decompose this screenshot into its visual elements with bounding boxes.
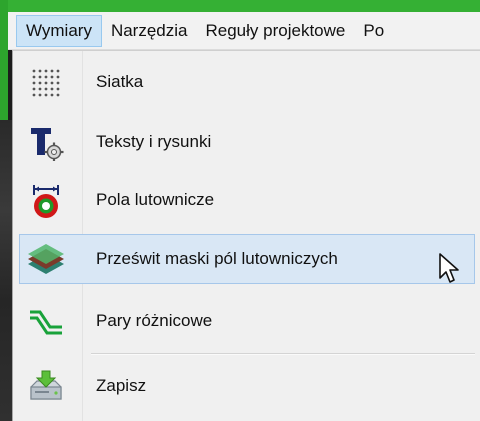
menu-wymiary[interactable]: Wymiary	[16, 14, 102, 47]
menu-item-label: Pola lutownicze	[96, 190, 215, 209]
menu-item-siatka[interactable]: Siatka	[19, 57, 475, 107]
solder-pad-icon	[24, 180, 68, 222]
menu-item-pary-roznicowe[interactable]: Pary różnicowe	[19, 296, 475, 346]
text-gear-icon	[24, 122, 68, 164]
differential-pair-icon	[24, 301, 68, 343]
canvas-background-strip	[0, 120, 12, 421]
menu-separator	[91, 353, 475, 355]
application-window: Wymiary Narzędzia Reguły projektowe Po S	[0, 0, 480, 421]
menu-item-label: Teksty i rysunki	[96, 132, 212, 151]
menu-item-pola-lutownicze[interactable]: Pola lutownicze	[19, 175, 475, 225]
menu-reguly-projektowe[interactable]: Reguły projektowe	[197, 15, 355, 47]
menu-item-label: Pary różnicowe	[96, 311, 213, 330]
menu-item-teksty-i-rysunki[interactable]: Teksty i rysunki	[19, 117, 475, 167]
menu-bar: Wymiary Narzędzia Reguły projektowe Po	[8, 12, 480, 50]
menu-item-label: Zapisz	[96, 376, 147, 395]
menu-truncated[interactable]: Po	[354, 15, 393, 47]
canvas-background-top	[0, 0, 480, 12]
dropdown-menu: Siatka Teksty i rysunki Pola lutownicze …	[12, 50, 480, 421]
grid-dots-icon	[24, 62, 68, 104]
menu-narzedzia[interactable]: Narzędzia	[102, 15, 197, 47]
menu-item-zapisz[interactable]: Zapisz	[19, 361, 475, 411]
mouse-cursor-icon	[439, 253, 459, 283]
menu-item-label: Prześwit maski pól lutowniczych	[96, 249, 338, 268]
menu-item-label: Siatka	[96, 72, 144, 91]
save-drive-icon	[24, 366, 68, 408]
menu-item-przeswit-maski[interactable]: Prześwit maski pól lutowniczych	[19, 234, 475, 284]
solder-mask-layers-icon	[24, 239, 68, 281]
